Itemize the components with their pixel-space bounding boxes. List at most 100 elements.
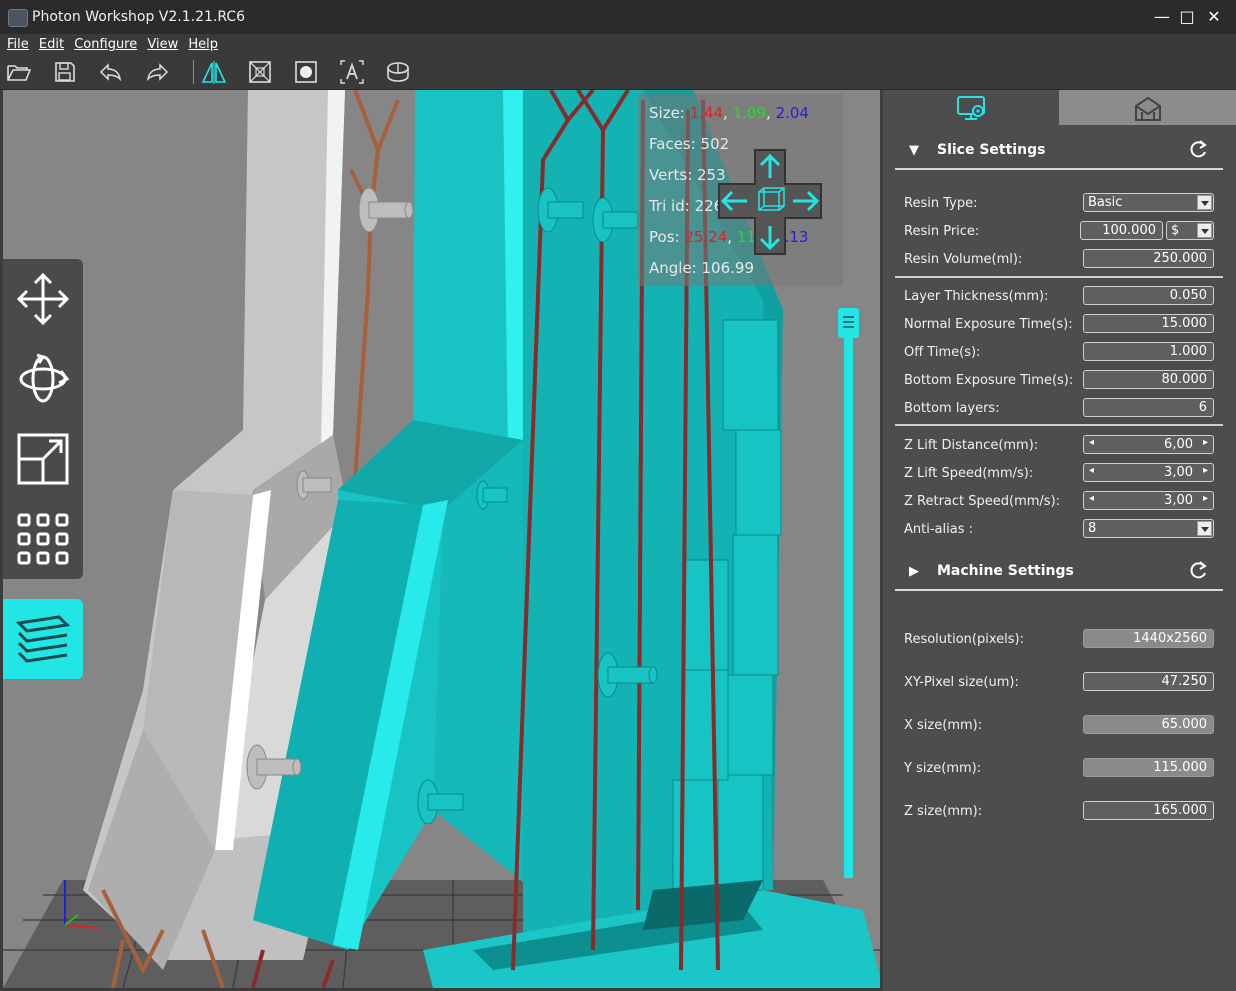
menu-help[interactable]: Help	[185, 35, 221, 54]
off-time-label: Off Time(s):	[904, 345, 981, 360]
machine-settings-title: Machine Settings	[937, 563, 1074, 579]
printer-icon	[1135, 96, 1161, 121]
normal-exposure-input[interactable]: 15.000	[1083, 314, 1214, 333]
rotate-icon[interactable]	[13, 349, 73, 409]
z-size-label: Z size(mm):	[904, 804, 983, 819]
bottom-layers-label: Bottom layers:	[904, 401, 1000, 416]
settings-panel: ▼ Slice Settings Resin Type: Basic Resin…	[883, 90, 1236, 991]
layers-icon	[15, 615, 71, 663]
z-lift-speed-spinner[interactable]: ◂ 3,00 ▸	[1083, 463, 1214, 482]
arrange-icon[interactable]	[13, 509, 73, 569]
increment-arrow-icon[interactable]: ▸	[1203, 437, 1208, 448]
tab-machine-settings[interactable]	[1059, 90, 1236, 125]
tri-id-readout: Tri id: 226	[649, 197, 724, 215]
undo-icon[interactable]	[97, 58, 125, 86]
layer-thickness-input[interactable]: 0.050	[1083, 286, 1214, 305]
collapse-triangle-icon: ▼	[909, 143, 919, 158]
z-retract-speed-label: Z Retract Speed(mm/s):	[904, 494, 1061, 509]
y-size-label: Y size(mm):	[904, 761, 982, 776]
xy-pixel-input[interactable]: 47.250	[1083, 672, 1214, 691]
layer-slider-track[interactable]	[844, 330, 853, 878]
bottom-layers-input[interactable]: 6	[1083, 398, 1214, 417]
anti-alias-select[interactable]: 8	[1083, 519, 1214, 538]
anti-alias-label: Anti-alias :	[904, 522, 973, 537]
minimize-button[interactable]: —	[1151, 6, 1173, 28]
hollow-icon[interactable]	[246, 58, 274, 86]
size-readout: Size: 1.44, 1.09, 2.04	[649, 104, 809, 122]
open-folder-icon[interactable]	[5, 58, 33, 86]
resin-price-label: Resin Price:	[904, 224, 980, 239]
move-icon[interactable]	[13, 269, 73, 329]
window-title: Photon Workshop V2.1.21.RC6	[32, 9, 246, 25]
resin-volume-label: Resin Volume(ml):	[904, 252, 1023, 267]
angle-readout: Angle: 106.99	[649, 259, 754, 277]
monitor-gear-icon	[957, 96, 985, 120]
menu-view[interactable]: View	[144, 35, 181, 54]
increment-arrow-icon[interactable]: ▸	[1203, 465, 1208, 476]
xy-pixel-label: XY-Pixel size(um):	[904, 675, 1019, 690]
chevron-down-icon	[1197, 195, 1212, 210]
normal-exposure-label: Normal Exposure Time(s):	[904, 317, 1073, 332]
size-z: 2.04	[775, 104, 809, 122]
resolution-label: Resolution(pixels):	[904, 632, 1024, 647]
resolution-field: 1440x2560	[1083, 629, 1214, 648]
app-logo-icon	[8, 9, 28, 27]
resin-type-label: Resin Type:	[904, 196, 978, 211]
increment-arrow-icon[interactable]: ▸	[1203, 493, 1208, 504]
decrement-arrow-icon[interactable]: ◂	[1089, 437, 1094, 448]
chevron-down-icon	[1197, 521, 1212, 536]
tab-slice-settings[interactable]	[883, 90, 1059, 125]
3d-viewport[interactable]: Size: 1.44, 1.09, 2.04 Faces: 502 Verts:…	[3, 90, 880, 988]
menu-configure[interactable]: Configure	[71, 35, 140, 54]
off-time-input[interactable]: 1.000	[1083, 342, 1214, 361]
chevron-down-icon	[1197, 223, 1212, 238]
transform-toolbar	[3, 259, 83, 579]
view-navigation-pad[interactable]	[715, 148, 825, 256]
scale-icon[interactable]	[13, 429, 73, 489]
text-icon[interactable]	[338, 58, 366, 86]
slice-settings-header[interactable]: ▼ Slice Settings	[895, 132, 1223, 170]
z-lift-distance-label: Z Lift Distance(mm):	[904, 438, 1039, 453]
decrement-arrow-icon[interactable]: ◂	[1089, 465, 1094, 476]
resin-volume-input[interactable]: 250.000	[1083, 249, 1214, 268]
expand-triangle-icon: ▶	[909, 564, 919, 579]
reset-machine-settings-icon[interactable]	[1189, 560, 1209, 580]
redo-icon[interactable]	[143, 58, 171, 86]
layer-slider-handle[interactable]	[838, 308, 859, 338]
z-lift-distance-spinner[interactable]: ◂ 6,00 ▸	[1083, 435, 1214, 454]
z-size-input[interactable]: 165.000	[1083, 801, 1214, 820]
z-retract-speed-spinner[interactable]: ◂ 3,00 ▸	[1083, 491, 1214, 510]
reset-slice-settings-icon[interactable]	[1189, 139, 1209, 159]
save-icon[interactable]	[51, 58, 79, 86]
layer-thickness-label: Layer Thickness(mm):	[904, 289, 1049, 304]
settings-tabs	[883, 90, 1236, 126]
bottom-exposure-label: Bottom Exposure Time(s):	[904, 373, 1074, 388]
maximize-button[interactable]: □	[1176, 6, 1198, 28]
bottom-exposure-input[interactable]: 80.000	[1083, 370, 1214, 389]
z-lift-speed-label: Z Lift Speed(mm/s):	[904, 466, 1034, 481]
punch-hole-icon[interactable]	[292, 58, 320, 86]
section-divider	[895, 424, 1223, 426]
toolbar-separator	[193, 60, 194, 84]
mirror-icon[interactable]	[200, 58, 228, 86]
menu-bar: File Edit Configure View Help	[0, 34, 1236, 55]
toolbar	[0, 55, 1236, 90]
title-bar: Photon Workshop V2.1.21.RC6 — □ ✕	[0, 0, 1236, 34]
size-x: 1.44	[689, 104, 724, 122]
machine-settings-header[interactable]: ▶ Machine Settings	[895, 553, 1223, 591]
size-y: 1.09	[732, 104, 767, 122]
slice-settings-title: Slice Settings	[937, 142, 1046, 158]
close-button[interactable]: ✕	[1203, 6, 1225, 28]
menu-edit[interactable]: Edit	[36, 35, 67, 54]
menu-file[interactable]: File	[4, 35, 32, 54]
x-size-field: 65.000	[1083, 715, 1214, 734]
layer-preview-button[interactable]	[3, 599, 83, 679]
section-divider	[895, 276, 1223, 278]
decrement-arrow-icon[interactable]: ◂	[1089, 493, 1094, 504]
currency-select[interactable]: $	[1166, 221, 1214, 240]
x-size-label: X size(mm):	[904, 718, 983, 733]
resin-type-select[interactable]: Basic	[1083, 193, 1214, 212]
y-size-field: 115.000	[1083, 758, 1214, 777]
volume-icon[interactable]	[384, 58, 412, 86]
resin-price-input[interactable]: 100.000	[1080, 221, 1163, 240]
